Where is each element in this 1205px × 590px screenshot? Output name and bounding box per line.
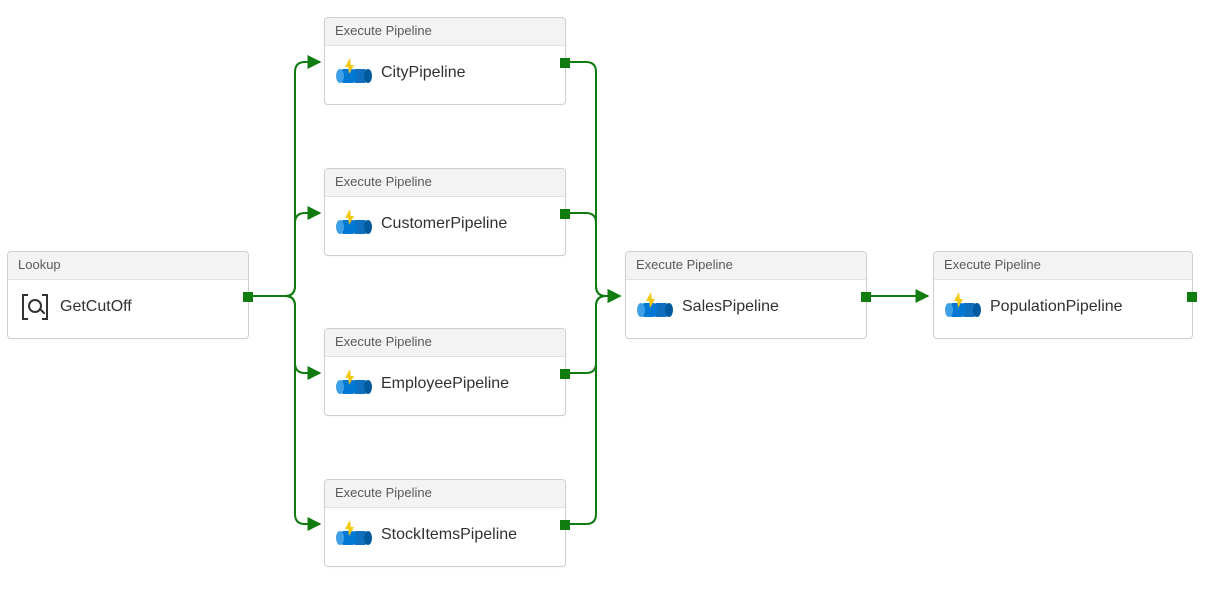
edge-city-sales: [570, 62, 620, 296]
execute-pipeline-icon: [339, 522, 369, 548]
edge-lookup-customer: [252, 213, 320, 296]
output-port-success[interactable]: [1187, 292, 1197, 302]
activity-name: SalesPipeline: [682, 298, 779, 316]
activity-type-label: Execute Pipeline: [325, 18, 565, 46]
activity-name: PopulationPipeline: [990, 298, 1123, 316]
activity-type-label: Execute Pipeline: [934, 252, 1192, 280]
activity-type-label: Execute Pipeline: [325, 480, 565, 508]
activity-execute-stockitemspipeline[interactable]: Execute Pipeline StockItemsPipeline: [324, 479, 566, 567]
activity-name: EmployeePipeline: [381, 375, 509, 393]
activity-lookup-getcutoff[interactable]: Lookup GetCutOff: [7, 251, 249, 339]
edge-lookup-stockitems: [252, 296, 320, 524]
activity-name: GetCutOff: [60, 298, 132, 316]
execute-pipeline-icon: [339, 60, 369, 86]
output-port-success[interactable]: [861, 292, 871, 302]
activity-type-label: Execute Pipeline: [626, 252, 866, 280]
activity-execute-citypipeline[interactable]: Execute Pipeline CityPipeline: [324, 17, 566, 105]
activity-type-label: Lookup: [8, 252, 248, 280]
edge-lookup-employee: [252, 296, 320, 373]
output-port-success[interactable]: [560, 520, 570, 530]
execute-pipeline-icon: [948, 294, 978, 320]
execute-pipeline-icon: [640, 294, 670, 320]
output-port-success[interactable]: [560, 209, 570, 219]
activity-name: CityPipeline: [381, 64, 465, 82]
edge-customer-sales: [570, 213, 620, 296]
execute-pipeline-icon: [339, 211, 369, 237]
output-port-success[interactable]: [560, 369, 570, 379]
edge-stockitems-sales: [570, 296, 620, 524]
activity-type-label: Execute Pipeline: [325, 329, 565, 357]
execute-pipeline-icon: [339, 371, 369, 397]
output-port-success[interactable]: [560, 58, 570, 68]
activity-name: StockItemsPipeline: [381, 526, 517, 544]
activity-name: CustomerPipeline: [381, 215, 507, 233]
activity-type-label: Execute Pipeline: [325, 169, 565, 197]
lookup-icon: [22, 294, 48, 320]
activity-execute-customerpipeline[interactable]: Execute Pipeline CustomerPipeline: [324, 168, 566, 256]
edge-employee-sales: [570, 296, 620, 373]
pipeline-canvas[interactable]: { "nodes": { "lookup": { "header": "Look…: [0, 0, 1205, 590]
activity-execute-populationpipeline[interactable]: Execute Pipeline PopulationPipeline: [933, 251, 1193, 339]
output-port-success[interactable]: [243, 292, 253, 302]
activity-execute-employeepipeline[interactable]: Execute Pipeline EmployeePipeline: [324, 328, 566, 416]
activity-execute-salespipeline[interactable]: Execute Pipeline SalesPipeline: [625, 251, 867, 339]
edge-lookup-city: [252, 62, 320, 296]
